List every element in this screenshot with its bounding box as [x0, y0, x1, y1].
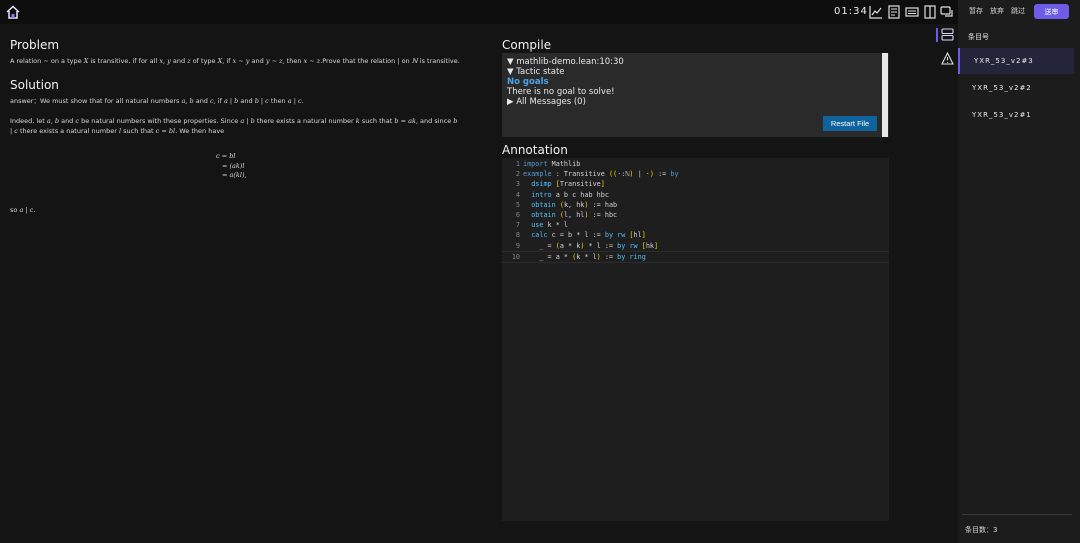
item-list-heading: 条目号	[968, 33, 989, 41]
compile-title: Compile	[502, 38, 552, 52]
side-tool-strip	[936, 24, 958, 543]
code-line[interactable]: 7 use k * l	[502, 220, 889, 230]
line-number: 8	[515, 231, 520, 240]
list-icon[interactable]	[941, 28, 954, 41]
code-text: example : Transitive ((·:ℕ) ∣ ·) := by	[523, 170, 679, 179]
code-line[interactable]: 3 dsimp [Transitive]	[502, 179, 889, 189]
line-number: 6	[515, 211, 520, 219]
code-line[interactable]: 9 _ = (a * k) * l := by rw [hk]	[502, 241, 889, 251]
code-line[interactable]: 5 obtain (k, hk) := hab	[502, 200, 889, 210]
code-text: use k * l	[531, 221, 569, 230]
solution-paragraph: Indeed, let a, b and c be natural number…	[10, 117, 458, 135]
code-line[interactable]: 6 obtain (l, hl) := hbc	[502, 210, 889, 220]
line-number: 3	[515, 180, 520, 189]
timer: 01:34	[834, 6, 868, 17]
item-entry[interactable]: YXR_53_v2#2	[958, 75, 1072, 101]
restart-file-button[interactable]: Restart File	[823, 116, 877, 131]
item-entry[interactable]: YXR_53_v2#1	[958, 102, 1072, 128]
code-editor[interactable]: 1 import Mathlib 2 example : Transitive ((·…	[502, 158, 889, 521]
code-text: import Mathlib	[523, 160, 581, 168]
code-line[interactable]: 1 import Mathlib	[502, 159, 889, 169]
goals-message: There is no goal to solve!	[507, 87, 615, 97]
code-line[interactable]: 10 _ = a * (k * l) := by ring	[502, 250, 889, 263]
top-bar: 01:34	[0, 0, 958, 24]
solution-title: Solution	[10, 78, 59, 92]
problem-title: Problem	[10, 38, 60, 52]
line-number: 10	[511, 252, 520, 261]
file-position[interactable]: ▼ mathlib-demo.lean:10:30	[507, 57, 624, 67]
columns-icon[interactable]	[923, 5, 937, 19]
annotation-title: Annotation	[502, 143, 568, 157]
warning-icon[interactable]	[941, 52, 954, 65]
equation-block: c = bl = (ak)l = a(kl),	[216, 152, 247, 179]
submit-button[interactable]: 送审	[1034, 4, 1069, 19]
line-number: 1	[515, 160, 520, 168]
scrollbar-thumb[interactable]	[882, 53, 888, 137]
code-line[interactable]: 8 calc c = b * l := by rw [hl]	[502, 230, 889, 240]
chart-icon[interactable]	[869, 5, 883, 19]
active-tool-indicator	[936, 28, 938, 42]
solution-answer: answer：We must show that for all natural…	[10, 97, 304, 105]
sidebar-divider	[962, 514, 1072, 515]
code-line[interactable]: 2 example : Transitive ((·:ℕ) ∣ ·) := by	[502, 169, 889, 179]
skip-button[interactable]: 跳过	[1011, 6, 1025, 16]
code-text: _ = a * (k * l) := by ring	[523, 252, 646, 261]
abandon-button[interactable]: 放弃	[990, 6, 1004, 16]
code-line[interactable]: 4 intro a b c hab hbc	[502, 190, 889, 200]
problem-panel: Problem A relation ∼ on a type X is tran…	[10, 38, 480, 215]
code-text: obtain (l, hl) := hbc	[531, 211, 618, 219]
all-messages-toggle[interactable]: ▶ All Messages (0)	[507, 97, 586, 107]
code-text: _ = (a * k) * l := by rw [hk]	[523, 241, 659, 250]
code-text: dsimp [Transitive]	[531, 180, 605, 189]
document-icon[interactable]	[887, 5, 901, 19]
line-number: 4	[515, 190, 520, 199]
line-number: 5	[515, 200, 520, 209]
item-count: 条目数：3	[965, 526, 998, 534]
goals-status: No goals	[507, 77, 549, 87]
solution-conclusion: so a | c.	[10, 205, 36, 214]
keyboard-icon[interactable]	[905, 5, 919, 19]
line-number: 2	[515, 170, 520, 179]
pause-button[interactable]: 暂存	[969, 6, 983, 16]
problem-text: A relation ∼ on a type X is transitive, …	[10, 57, 460, 65]
code-text: obtain (k, hk) := hab	[531, 200, 618, 209]
tactic-state-toggle[interactable]: ▼ Tactic state	[507, 67, 565, 77]
line-number: 9	[515, 241, 520, 250]
code-text: calc c = b * l := by rw [hl]	[531, 231, 646, 240]
infoview-panel: ▼ mathlib-demo.lean:10:30 ▼ Tactic state…	[502, 53, 889, 137]
chat-icon[interactable]	[940, 5, 954, 19]
infoview-scrollbar[interactable]	[881, 53, 889, 137]
item-entry[interactable]: YXR_53_v2#3	[958, 48, 1074, 74]
line-number: 7	[515, 221, 520, 230]
code-text: intro a b c hab hbc	[531, 190, 609, 199]
home-icon[interactable]	[5, 4, 21, 20]
